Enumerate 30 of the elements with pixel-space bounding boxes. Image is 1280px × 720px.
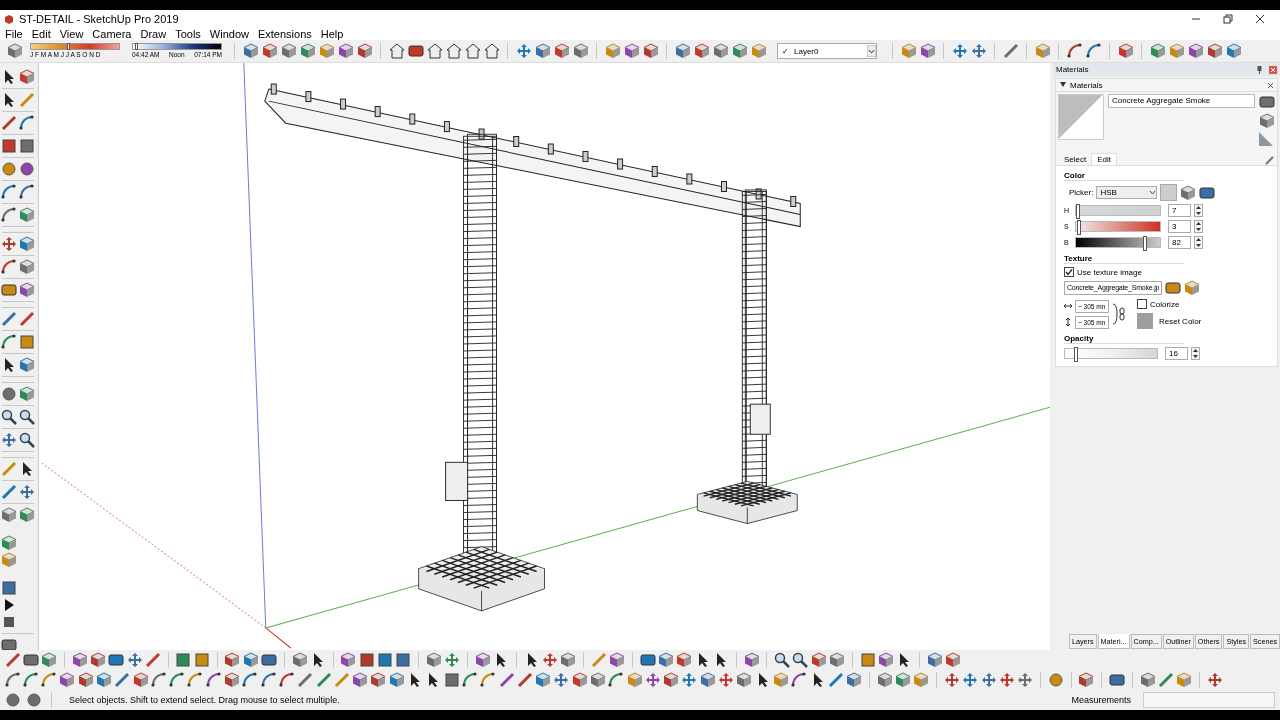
- menu-item[interactable]: Window: [206, 28, 255, 40]
- layer-dropdown[interactable]: ✓ Layer0: [777, 43, 877, 59]
- menu-item[interactable]: Tools: [172, 28, 207, 40]
- status-message: Select objects. Shift to extend select. Drag mouse to select multiple.: [69, 695, 340, 705]
- tab[interactable]: Edit: [1091, 153, 1118, 165]
- checkbox-label: Use texture image: [1077, 267, 1142, 277]
- menu-item[interactable]: Edit: [28, 28, 57, 40]
- menu-item[interactable]: Camera: [89, 28, 138, 40]
- tray-title: Materials: [1056, 65, 1089, 74]
- reset-color-button[interactable]: Reset Color: [1137, 313, 1202, 329]
- tab[interactable]: Select: [1059, 154, 1092, 165]
- value-field[interactable]: 82: [1168, 236, 1191, 249]
- section-heading: Color: [1064, 171, 1184, 181]
- window-title: ST-DETAIL - SketchUp Pro 2019: [19, 13, 179, 25]
- section-heading: Opacity: [1064, 334, 1184, 344]
- picker-dropdown[interactable]: HSB: [1096, 186, 1158, 199]
- value-field[interactable]: 7: [1168, 204, 1191, 217]
- material-name-field[interactable]: Concrete Aggregate Smoke: [1108, 94, 1255, 108]
- menu-item[interactable]: Extensions: [254, 28, 318, 40]
- value-field[interactable]: 3: [1168, 220, 1191, 233]
- section-heading: Texture: [1064, 254, 1184, 264]
- measurements-label: Measurements: [1071, 695, 1131, 705]
- menu-item[interactable]: Help: [317, 28, 350, 40]
- picker-label: Picker:: [1069, 188, 1094, 197]
- panel-title: Materials: [1070, 80, 1103, 90]
- menu-item[interactable]: File: [2, 28, 29, 40]
- menu-item[interactable]: Draw: [137, 28, 173, 40]
- menu-item[interactable]: View: [56, 28, 90, 40]
- checkbox-label: Colorize: [1150, 299, 1180, 309]
- value-field[interactable]: 16: [1165, 347, 1188, 360]
